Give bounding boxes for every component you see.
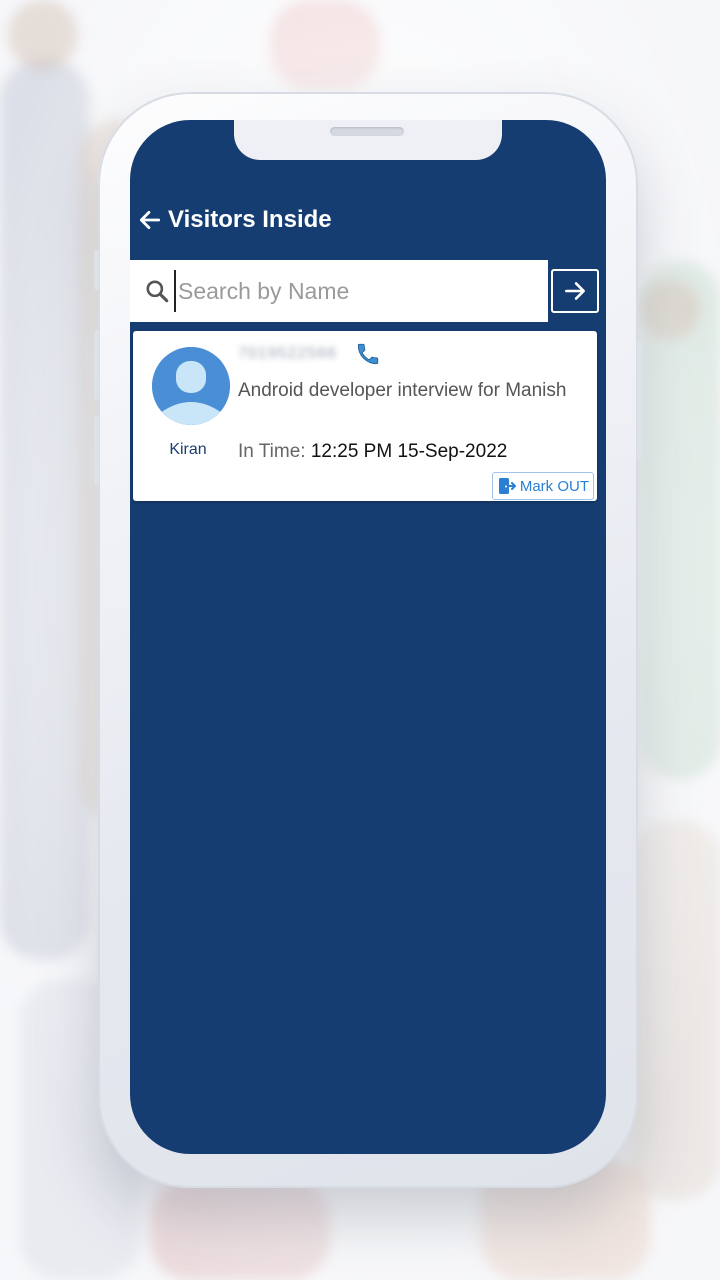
exit-door-icon — [498, 478, 516, 494]
in-time-value: 12:25 PM 15-Sep-2022 — [310, 441, 508, 462]
in-time-row: In Time: 12:25 PM 15-Sep-2022 — [238, 441, 507, 463]
volume-down-button — [94, 330, 99, 400]
visitor-name: Kiran — [169, 441, 207, 458]
search-go-container — [548, 260, 602, 322]
search-input[interactable] — [174, 270, 548, 312]
page-title: Visitors Inside — [168, 206, 332, 233]
power-button — [637, 340, 642, 460]
speaker-grille — [330, 127, 404, 136]
arrow-left-icon[interactable] — [132, 196, 168, 244]
silent-switch — [94, 415, 99, 485]
visitor-card[interactable]: Kiran 7019522566 Android developer inter… — [133, 331, 597, 501]
phone-notch — [234, 120, 502, 160]
visitor-phone-number: 7019522566 — [238, 345, 337, 362]
phone-icon[interactable] — [355, 341, 381, 367]
mark-out-button[interactable]: Mark OUT — [491, 472, 594, 500]
app-bar: Visitors Inside — [130, 196, 606, 244]
mark-out-label: Mark OUT — [519, 477, 589, 495]
in-time-label: In Time: — [238, 441, 306, 462]
visit-purpose: Android developer interview for Manish — [238, 380, 567, 401]
search-icon — [142, 276, 172, 306]
arrow-right-icon — [565, 282, 585, 300]
search-bar — [130, 260, 602, 322]
search-go-button[interactable] — [551, 269, 599, 313]
volume-up-button — [94, 250, 99, 290]
avatar — [152, 347, 230, 425]
